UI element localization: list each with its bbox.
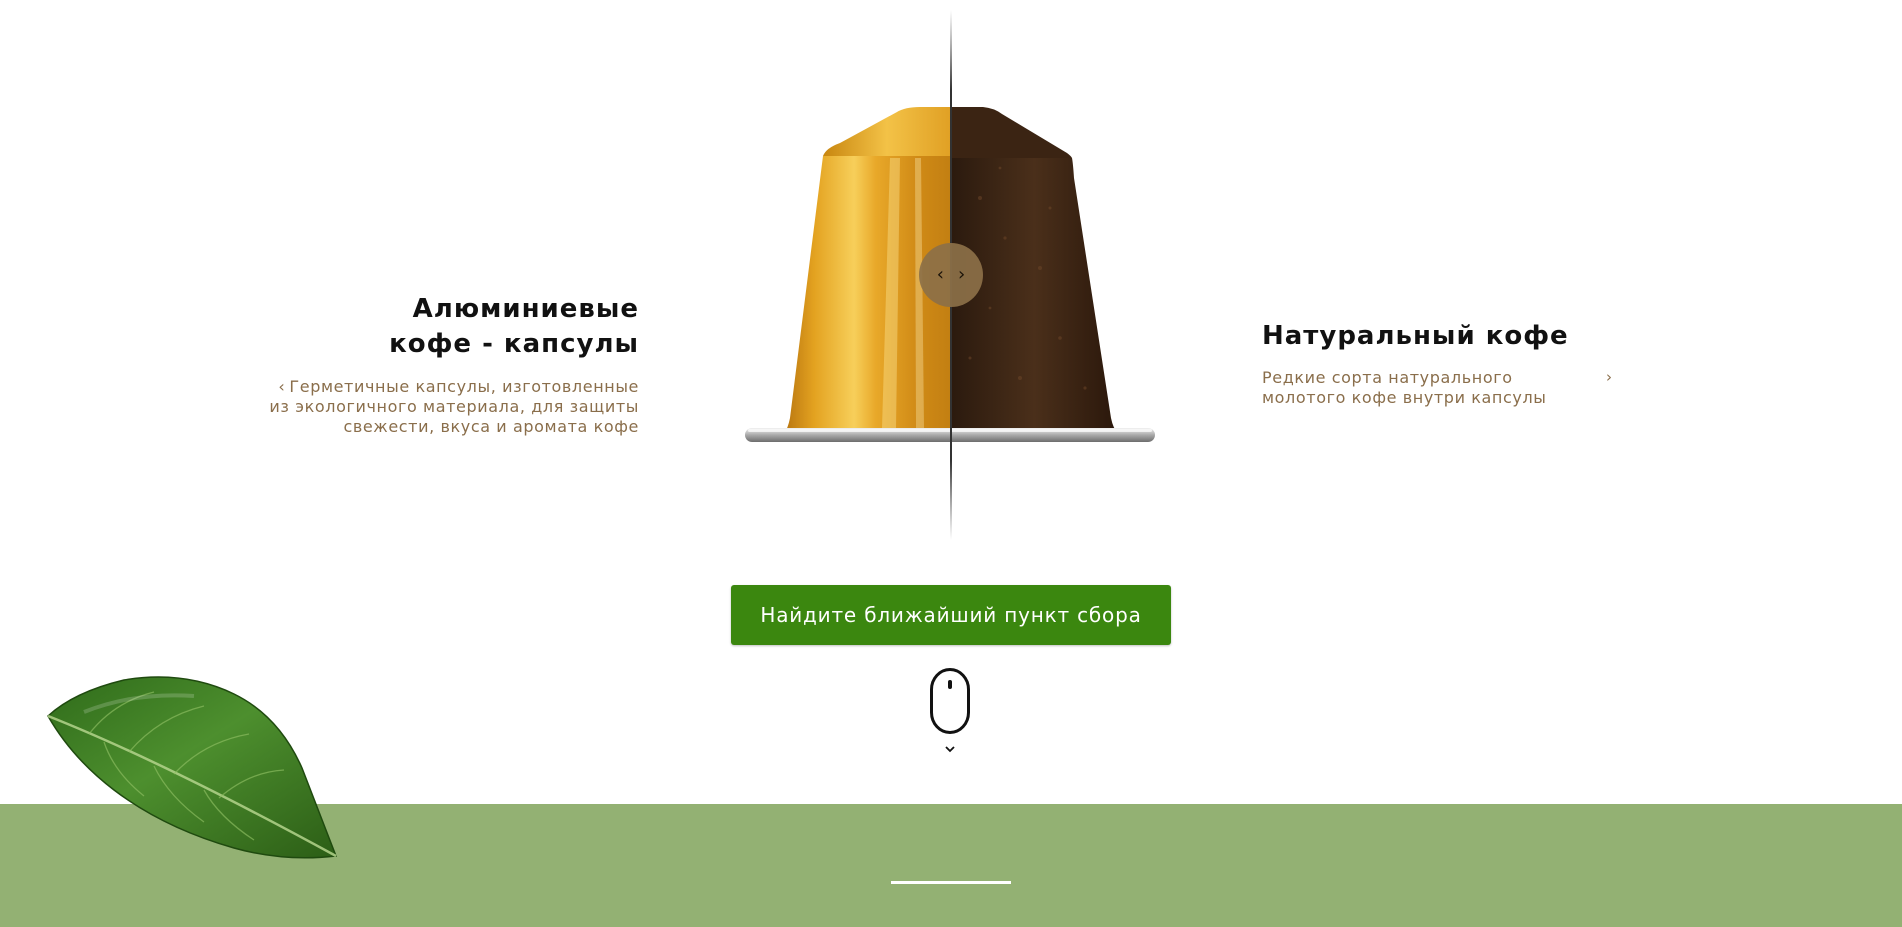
chevron-left-icon: ‹	[936, 264, 944, 285]
natural-coffee-feature: Натуральный кофе Редкие сорта натурально…	[1262, 318, 1652, 408]
desc-line: Редкие сорта натурального	[1262, 368, 1513, 387]
desc-line: свежести, вкуса и аромата кофе	[343, 417, 639, 436]
chevron-down-icon[interactable]	[941, 744, 959, 756]
aluminium-capsule-description: ‹ Герметичные капсулы, изготовленные из э…	[219, 377, 639, 437]
title-line: Алюминиевые	[412, 294, 639, 324]
chevron-right-icon[interactable]: ›	[1606, 368, 1612, 386]
desc-line: Герметичные капсулы, изготовленные	[289, 377, 639, 396]
find-collection-point-button[interactable]: Найдите ближайший пункт сбора	[731, 585, 1171, 645]
chevron-right-icon: ›	[958, 264, 966, 285]
capsule-comparison: ‹ ›	[740, 8, 1160, 548]
mouse-icon[interactable]	[930, 668, 970, 734]
natural-coffee-title: Натуральный кофе	[1262, 321, 1569, 351]
title-line: кофе - капсулы	[389, 329, 639, 359]
comparison-slider-handle[interactable]: ‹ ›	[919, 243, 983, 307]
desc-line: из экологичного материала, для защиты	[269, 397, 639, 416]
aluminium-capsule-feature: Алюминиевые кофе - капсулы ‹ Герметичные …	[219, 292, 639, 437]
aluminium-capsule-title: Алюминиевые кофе - капсулы	[219, 292, 639, 362]
natural-coffee-description: Редкие сорта натурального молотого кофе …	[1262, 368, 1582, 408]
natural-coffee-description-row: Редкие сорта натурального молотого кофе …	[1262, 368, 1652, 408]
section-divider-line	[891, 881, 1011, 884]
desc-line: молотого кофе внутри капсулы	[1262, 388, 1547, 407]
page: Алюминиевые кофе - капсулы ‹ Герметичные …	[0, 0, 1902, 927]
coffee-leaf-image	[47, 676, 338, 859]
chevron-left-icon[interactable]: ‹	[278, 377, 285, 397]
